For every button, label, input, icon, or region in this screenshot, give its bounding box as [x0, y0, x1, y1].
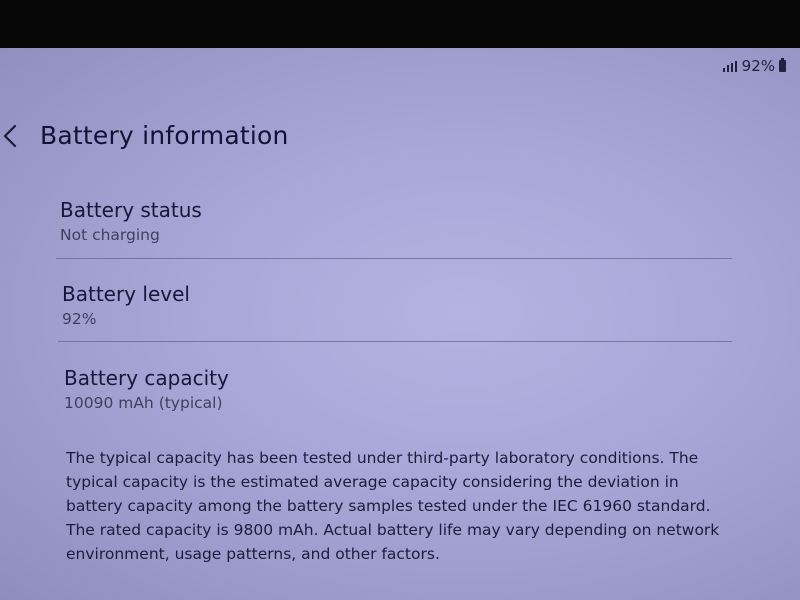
- capacity-disclaimer-text: The typical capacity has been tested und…: [66, 449, 720, 563]
- battery-capacity-item[interactable]: Battery capacity 10090 mAh (typical): [64, 366, 744, 412]
- battery-status-label: Battery status: [60, 198, 202, 222]
- divider: [56, 258, 732, 259]
- battery-capacity-label: Battery capacity: [64, 366, 229, 390]
- chevron-left-icon: [3, 124, 17, 148]
- page-title: Battery information: [40, 121, 289, 150]
- battery-status-value: Not charging: [60, 226, 160, 244]
- page-header: Battery information: [0, 116, 800, 160]
- signal-icon: [722, 60, 737, 72]
- battery-icon: [779, 58, 786, 72]
- battery-capacity-value: 10090 mAh (typical): [64, 394, 223, 412]
- divider: [58, 341, 732, 342]
- status-bar: 92%: [722, 57, 786, 75]
- battery-level-value: 92%: [62, 310, 97, 328]
- settings-screen: 92% Battery information Battery status N…: [0, 48, 800, 600]
- status-battery-percent: 92%: [741, 57, 775, 75]
- battery-level-item[interactable]: Battery level 92%: [62, 282, 742, 328]
- device-bezel: [0, 0, 800, 48]
- battery-status-item[interactable]: Battery status Not charging: [60, 198, 740, 244]
- battery-level-label: Battery level: [62, 282, 190, 306]
- back-button[interactable]: [0, 120, 26, 152]
